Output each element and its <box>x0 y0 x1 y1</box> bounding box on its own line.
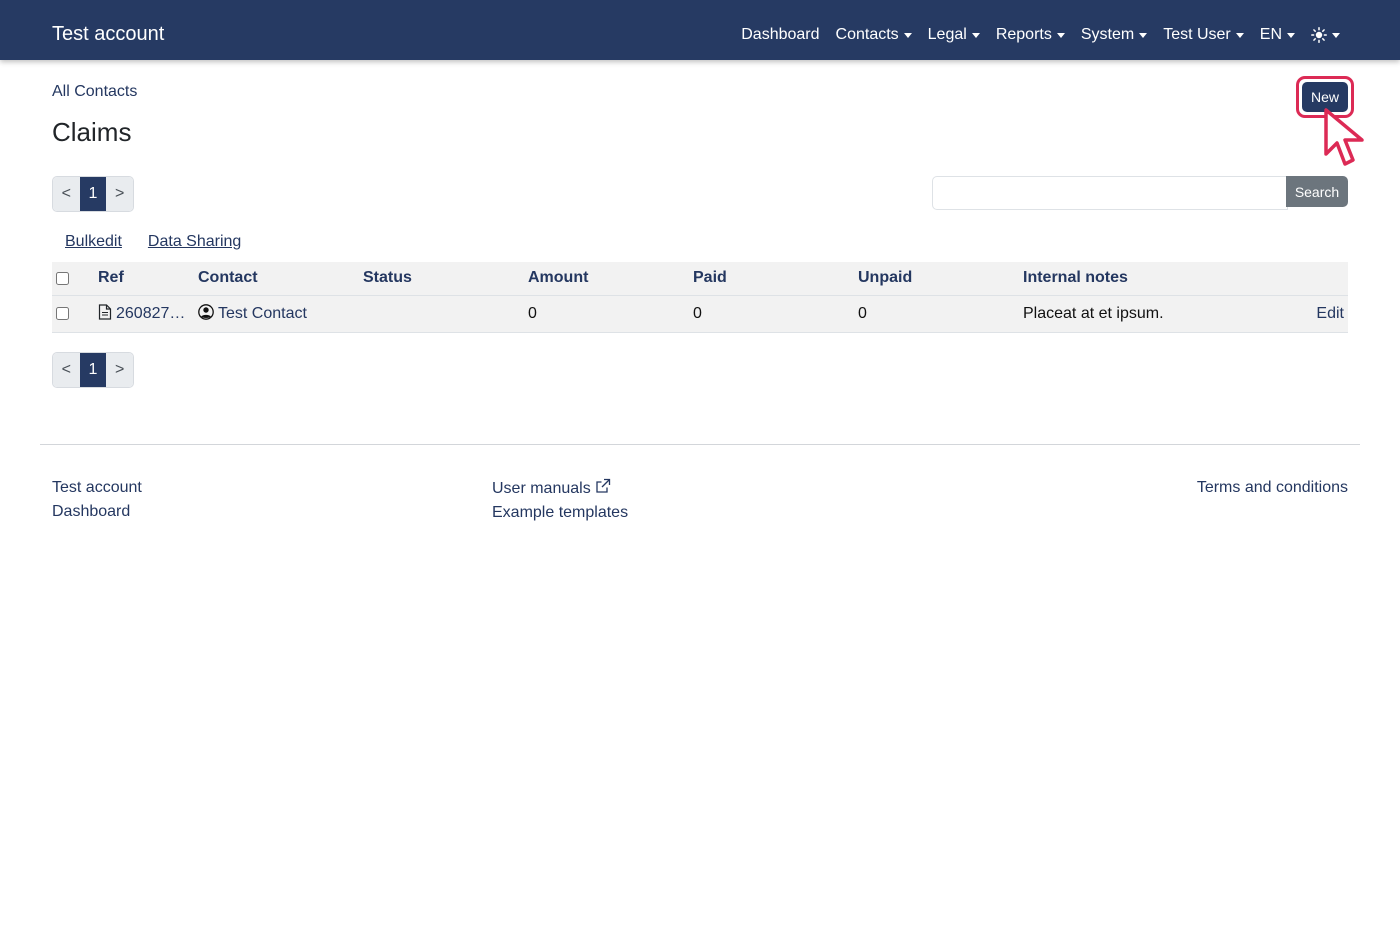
status-cell <box>363 295 528 333</box>
nav-user-label: Test User <box>1163 26 1231 43</box>
footer-example-templates-link[interactable]: Example templates <box>492 503 628 523</box>
top-navbar: Test account Dashboard Contacts Legal Re… <box>0 0 1400 60</box>
footer-terms-link[interactable]: Terms and conditions <box>1197 478 1348 498</box>
contact-name: Test Contact <box>218 305 307 322</box>
footer-user-manuals-link[interactable]: User manuals <box>492 478 628 499</box>
caret-down-icon <box>1235 32 1244 38</box>
pagination-top: < 1 > <box>52 176 134 212</box>
theme-toggle-dropdown[interactable] <box>1311 27 1340 43</box>
row-select-cell <box>52 295 98 333</box>
header-status[interactable]: Status <box>363 262 528 296</box>
footer-dashboard-link[interactable]: Dashboard <box>52 502 142 522</box>
claim-ref-link[interactable]: 260827… <box>98 304 186 322</box>
table-header-row: Ref Contact Status Amount Paid Unpaid In… <box>52 262 1348 296</box>
nav-reports-dropdown[interactable]: Reports <box>996 24 1065 46</box>
internal-notes-text: Placeat at et ipsum. <box>1023 304 1164 322</box>
caret-down-icon <box>1139 32 1148 38</box>
ref-cell: 260827… <box>98 295 198 333</box>
nav-system-label: System <box>1080 26 1135 43</box>
nav-reports-label: Reports <box>995 26 1052 43</box>
bulkedit-link[interactable]: Bulkedit <box>65 233 122 251</box>
notes-cell: Placeat at et ipsum. Edit <box>1023 295 1348 333</box>
search-button[interactable]: Search <box>1286 176 1348 207</box>
nav-menu: Dashboard Contacts Legal Reports System … <box>741 24 1340 46</box>
pagination-next-button[interactable]: > <box>106 353 133 387</box>
pagination-bottom: < 1 > <box>52 352 134 388</box>
nav-language-dropdown[interactable]: EN <box>1260 24 1295 46</box>
unpaid-cell: 0 <box>858 295 1023 333</box>
nav-legal-label: Legal <box>927 26 967 43</box>
nav-user-dropdown[interactable]: Test User <box>1163 24 1244 46</box>
nav-legal-dropdown[interactable]: Legal <box>928 24 980 46</box>
nav-language-label: EN <box>1259 26 1282 43</box>
footer-divider <box>40 444 1360 445</box>
contact-cell: Test Contact <box>198 295 363 333</box>
header-unpaid[interactable]: Unpaid <box>858 262 1023 296</box>
brand-link[interactable]: Test account <box>52 22 164 46</box>
nav-dashboard[interactable]: Dashboard <box>741 24 819 46</box>
pagination-next-button[interactable]: > <box>106 177 133 211</box>
nav-dashboard-label: Dashboard <box>741 26 820 43</box>
breadcrumb-all-contacts[interactable]: All Contacts <box>52 83 137 101</box>
nav-contacts-dropdown[interactable]: Contacts <box>836 24 912 46</box>
select-all-checkbox[interactable] <box>56 271 69 285</box>
table-row: 260827… Test Contact 0 0 0 Placeat at et… <box>52 295 1348 333</box>
pointer-cursor-icon <box>1324 108 1364 166</box>
caret-down-icon <box>1287 32 1295 38</box>
paid-cell: 0 <box>693 295 858 333</box>
footer-col-3: Terms and conditions <box>1197 478 1348 498</box>
caret-down-icon <box>971 32 980 38</box>
document-icon <box>98 304 112 320</box>
header-paid[interactable]: Paid <box>693 262 858 296</box>
select-all-cell <box>52 262 98 296</box>
caret-down-icon <box>903 32 912 38</box>
nav-system-dropdown[interactable]: System <box>1080 24 1148 46</box>
pagination-prev-button[interactable]: < <box>53 177 80 211</box>
header-internal-notes[interactable]: Internal notes <box>1023 262 1348 296</box>
footer-col-2: User manuals Example templates <box>492 478 628 523</box>
pagination-page-current[interactable]: 1 <box>79 353 107 387</box>
edit-row-link[interactable]: Edit <box>1316 305 1344 323</box>
header-contact[interactable]: Contact <box>198 262 363 296</box>
header-amount[interactable]: Amount <box>528 262 693 296</box>
action-links: Bulkedit Data Sharing <box>65 233 241 251</box>
user-manuals-label: User manuals <box>492 480 591 497</box>
amount-cell: 0 <box>528 295 693 333</box>
nav-contacts-label: Contacts <box>835 26 899 43</box>
footer-col-1: Test account Dashboard <box>52 478 142 522</box>
data-sharing-link[interactable]: Data Sharing <box>148 233 241 251</box>
footer-test-account-link[interactable]: Test account <box>52 478 142 498</box>
claims-table: Ref Contact Status Amount Paid Unpaid In… <box>52 262 1348 333</box>
caret-down-icon <box>1332 32 1340 38</box>
sun-icon <box>1311 27 1327 43</box>
claim-ref-text: 260827… <box>116 305 186 322</box>
pagination-prev-button[interactable]: < <box>53 353 80 387</box>
pagination-page-current[interactable]: 1 <box>79 177 107 211</box>
row-checkbox[interactable] <box>56 306 69 320</box>
contact-link[interactable]: Test Contact <box>198 304 307 322</box>
user-circle-icon <box>198 304 214 320</box>
caret-down-icon <box>1056 32 1065 38</box>
page-title: Claims <box>52 117 132 147</box>
search-input[interactable] <box>932 176 1288 210</box>
external-link-icon <box>596 478 610 493</box>
header-ref[interactable]: Ref <box>98 262 198 296</box>
